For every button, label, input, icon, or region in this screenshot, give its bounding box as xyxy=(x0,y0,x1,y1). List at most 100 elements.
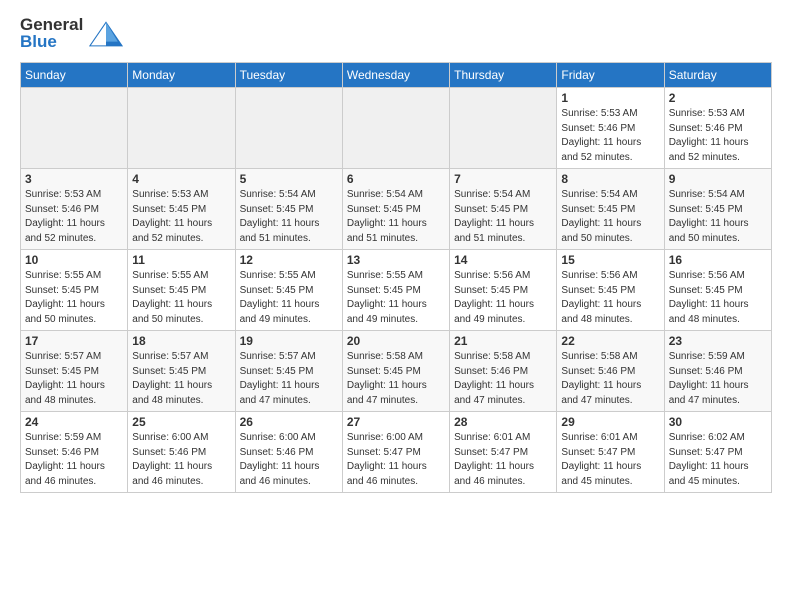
logo-triangle-icon xyxy=(87,18,125,48)
day-detail: Sunrise: 5:58 AMSunset: 5:46 PMDaylight:… xyxy=(454,350,552,408)
day-number: 2 xyxy=(669,91,767,105)
calendar-day-cell: 27 Sunrise: 6:00 AMSunset: 5:47 PMDayligh… xyxy=(342,412,449,493)
calendar-header-monday: Monday xyxy=(128,63,235,88)
calendar-header-row: SundayMondayTuesdayWednesdayThursdayFrid… xyxy=(21,63,772,88)
day-detail: Sunrise: 6:00 AMSunset: 5:47 PMDaylight:… xyxy=(347,431,445,489)
day-detail: Sunrise: 5:58 AMSunset: 5:45 PMDaylight:… xyxy=(347,350,445,408)
calendar-day-cell: 9 Sunrise: 5:54 AMSunset: 5:45 PMDaylight… xyxy=(664,169,771,250)
day-detail: Sunrise: 5:54 AMSunset: 5:45 PMDaylight:… xyxy=(669,188,767,246)
day-number: 9 xyxy=(669,172,767,186)
day-detail: Sunrise: 5:57 AMSunset: 5:45 PMDaylight:… xyxy=(132,350,230,408)
day-number: 22 xyxy=(561,334,659,348)
day-detail: Sunrise: 6:01 AMSunset: 5:47 PMDaylight:… xyxy=(561,431,659,489)
day-number: 8 xyxy=(561,172,659,186)
day-number: 17 xyxy=(25,334,123,348)
day-number: 25 xyxy=(132,415,230,429)
day-detail: Sunrise: 5:55 AMSunset: 5:45 PMDaylight:… xyxy=(347,269,445,327)
day-detail: Sunrise: 5:59 AMSunset: 5:46 PMDaylight:… xyxy=(669,350,767,408)
calendar-header-tuesday: Tuesday xyxy=(235,63,342,88)
calendar-empty-cell xyxy=(450,88,557,169)
day-number: 18 xyxy=(132,334,230,348)
calendar-day-cell: 24Sunrise: 5:59 AMSunset: 5:46 PMDayligh… xyxy=(21,412,128,493)
calendar-day-cell: 29 Sunrise: 6:01 AMSunset: 5:47 PMDayligh… xyxy=(557,412,664,493)
calendar-week-row: 1 Sunrise: 5:53 AMSunset: 5:46 PMDaylight… xyxy=(21,88,772,169)
day-detail: Sunrise: 5:54 AMSunset: 5:45 PMDaylight:… xyxy=(561,188,659,246)
calendar-header-wednesday: Wednesday xyxy=(342,63,449,88)
calendar-day-cell: 7 Sunrise: 5:54 AMSunset: 5:45 PMDaylight… xyxy=(450,169,557,250)
calendar-empty-cell xyxy=(128,88,235,169)
calendar-day-cell: 21 Sunrise: 5:58 AMSunset: 5:46 PMDayligh… xyxy=(450,331,557,412)
calendar-day-cell: 18 Sunrise: 5:57 AMSunset: 5:45 PMDayligh… xyxy=(128,331,235,412)
day-number: 6 xyxy=(347,172,445,186)
calendar-day-cell: 19 Sunrise: 5:57 AMSunset: 5:45 PMDayligh… xyxy=(235,331,342,412)
day-detail: Sunrise: 5:53 AMSunset: 5:45 PMDaylight:… xyxy=(132,188,230,246)
day-detail: Sunrise: 5:56 AMSunset: 5:45 PMDaylight:… xyxy=(669,269,767,327)
day-detail: Sunrise: 6:01 AMSunset: 5:47 PMDaylight:… xyxy=(454,431,552,489)
day-detail: Sunrise: 5:57 AMSunset: 5:45 PMDaylight:… xyxy=(240,350,338,408)
calendar-day-cell: 10 Sunrise: 5:55 AMSunset: 5:45 PMDayligh… xyxy=(21,250,128,331)
calendar-week-row: 24Sunrise: 5:59 AMSunset: 5:46 PMDayligh… xyxy=(21,412,772,493)
day-detail: Sunrise: 5:54 AMSunset: 5:45 PMDaylight:… xyxy=(240,188,338,246)
calendar-day-cell: 13 Sunrise: 5:55 AMSunset: 5:45 PMDayligh… xyxy=(342,250,449,331)
calendar-header-thursday: Thursday xyxy=(450,63,557,88)
day-number: 28 xyxy=(454,415,552,429)
day-number: 27 xyxy=(347,415,445,429)
day-detail: Sunrise: 5:55 AMSunset: 5:45 PMDaylight:… xyxy=(132,269,230,327)
day-number: 13 xyxy=(347,253,445,267)
day-number: 4 xyxy=(132,172,230,186)
day-detail: Sunrise: 5:57 AMSunset: 5:45 PMDaylight:… xyxy=(25,350,123,408)
day-number: 21 xyxy=(454,334,552,348)
calendar-table: SundayMondayTuesdayWednesdayThursdayFrid… xyxy=(20,62,772,493)
calendar-day-cell: 2 Sunrise: 5:53 AMSunset: 5:46 PMDaylight… xyxy=(664,88,771,169)
calendar-day-cell: 12 Sunrise: 5:55 AMSunset: 5:45 PMDayligh… xyxy=(235,250,342,331)
day-detail: Sunrise: 6:00 AMSunset: 5:46 PMDaylight:… xyxy=(132,431,230,489)
calendar-day-cell: 15 Sunrise: 5:56 AMSunset: 5:45 PMDayligh… xyxy=(557,250,664,331)
day-detail: Sunrise: 6:02 AMSunset: 5:47 PMDaylight:… xyxy=(669,431,767,489)
calendar-day-cell: 11 Sunrise: 5:55 AMSunset: 5:45 PMDayligh… xyxy=(128,250,235,331)
day-detail: Sunrise: 5:53 AMSunset: 5:46 PMDaylight:… xyxy=(669,107,767,165)
calendar-day-cell: 26Sunrise: 6:00 AMSunset: 5:46 PMDayligh… xyxy=(235,412,342,493)
calendar-week-row: 17 Sunrise: 5:57 AMSunset: 5:45 PMDayligh… xyxy=(21,331,772,412)
day-number: 11 xyxy=(132,253,230,267)
day-number: 16 xyxy=(669,253,767,267)
day-detail: Sunrise: 5:55 AMSunset: 5:45 PMDaylight:… xyxy=(240,269,338,327)
calendar-day-cell: 20Sunrise: 5:58 AMSunset: 5:45 PMDayligh… xyxy=(342,331,449,412)
day-number: 29 xyxy=(561,415,659,429)
calendar-empty-cell xyxy=(342,88,449,169)
logo-area: General Blue xyxy=(20,16,125,50)
day-number: 15 xyxy=(561,253,659,267)
day-number: 23 xyxy=(669,334,767,348)
calendar-week-row: 10 Sunrise: 5:55 AMSunset: 5:45 PMDayligh… xyxy=(21,250,772,331)
calendar-header-saturday: Saturday xyxy=(664,63,771,88)
calendar-day-cell: 8 Sunrise: 5:54 AMSunset: 5:45 PMDaylight… xyxy=(557,169,664,250)
day-detail: Sunrise: 5:55 AMSunset: 5:45 PMDaylight:… xyxy=(25,269,123,327)
day-detail: Sunrise: 5:56 AMSunset: 5:45 PMDaylight:… xyxy=(454,269,552,327)
calendar-header-friday: Friday xyxy=(557,63,664,88)
calendar-header-sunday: Sunday xyxy=(21,63,128,88)
day-number: 12 xyxy=(240,253,338,267)
logo: General Blue xyxy=(20,16,125,50)
logo-blue-text: Blue xyxy=(20,33,57,50)
day-detail: Sunrise: 5:54 AMSunset: 5:45 PMDaylight:… xyxy=(454,188,552,246)
day-detail: Sunrise: 5:53 AMSunset: 5:46 PMDaylight:… xyxy=(25,188,123,246)
day-number: 1 xyxy=(561,91,659,105)
calendar-day-cell: 4 Sunrise: 5:53 AMSunset: 5:45 PMDaylight… xyxy=(128,169,235,250)
calendar-week-row: 3 Sunrise: 5:53 AMSunset: 5:46 PMDaylight… xyxy=(21,169,772,250)
calendar-day-cell: 5Sunrise: 5:54 AMSunset: 5:45 PMDaylight… xyxy=(235,169,342,250)
calendar-day-cell: 3 Sunrise: 5:53 AMSunset: 5:46 PMDaylight… xyxy=(21,169,128,250)
day-number: 7 xyxy=(454,172,552,186)
calendar-empty-cell xyxy=(21,88,128,169)
calendar-day-cell: 17 Sunrise: 5:57 AMSunset: 5:45 PMDayligh… xyxy=(21,331,128,412)
calendar-day-cell: 28 Sunrise: 6:01 AMSunset: 5:47 PMDayligh… xyxy=(450,412,557,493)
page: General Blue SundayMondayTuesdayWednesda… xyxy=(0,0,792,513)
day-detail: Sunrise: 5:53 AMSunset: 5:46 PMDaylight:… xyxy=(561,107,659,165)
calendar-day-cell: 25 Sunrise: 6:00 AMSunset: 5:46 PMDayligh… xyxy=(128,412,235,493)
day-detail: Sunrise: 5:58 AMSunset: 5:46 PMDaylight:… xyxy=(561,350,659,408)
day-number: 3 xyxy=(25,172,123,186)
day-number: 26 xyxy=(240,415,338,429)
day-number: 10 xyxy=(25,253,123,267)
day-number: 30 xyxy=(669,415,767,429)
calendar-day-cell: 22 Sunrise: 5:58 AMSunset: 5:46 PMDayligh… xyxy=(557,331,664,412)
day-detail: Sunrise: 5:56 AMSunset: 5:45 PMDaylight:… xyxy=(561,269,659,327)
day-number: 19 xyxy=(240,334,338,348)
